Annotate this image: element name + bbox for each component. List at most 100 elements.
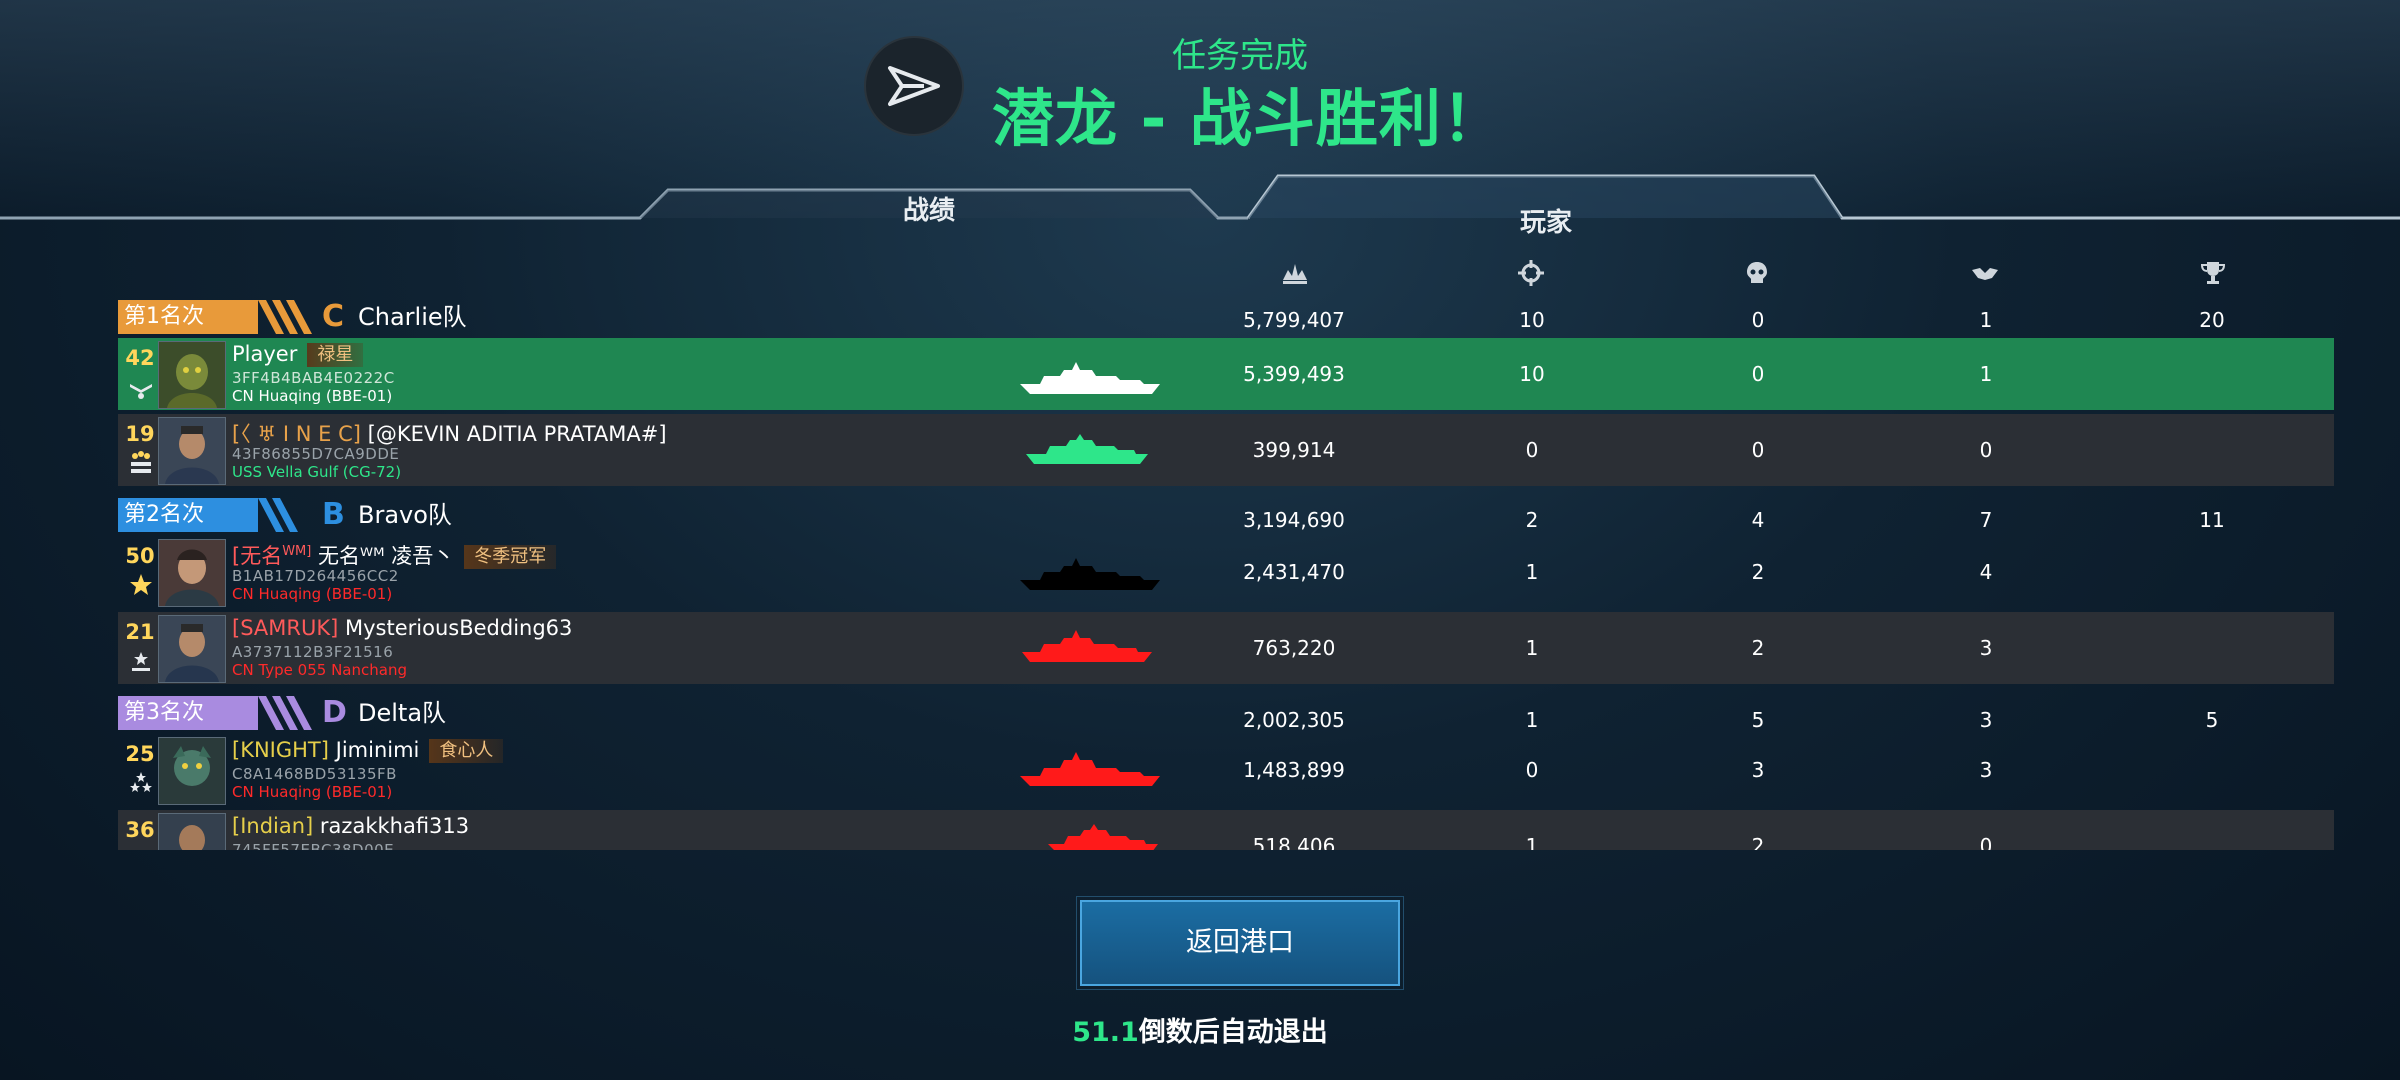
- military-rank-icon: [128, 846, 154, 850]
- return-to-port-button[interactable]: 返回港口: [1076, 896, 1404, 990]
- player-id: 3FF4B4BAB4E0222C: [232, 369, 395, 387]
- player-id: A3737112B3F21516: [232, 643, 394, 661]
- player-id: 43F86855D7CA9DDE: [232, 445, 400, 463]
- player-row[interactable]: 21 [SAMRUK] MysteriousBedding63 A3737112…: [118, 612, 2334, 684]
- player-row[interactable]: 19 [〈 ♅ I N E C] [@KEVIN ADITIA PRATAMA#…: [118, 414, 2334, 486]
- player-row[interactable]: 42 Player 禄星 3FF4B4BAB4E0222C CN Huaqing …: [118, 338, 2334, 410]
- player-damage: 518,406: [1252, 834, 1336, 850]
- ship-silhouette-icon: [1020, 362, 1160, 394]
- rank-stripes: [258, 498, 298, 532]
- team-total-points: 11: [2199, 508, 2225, 532]
- military-rank-icon: [130, 772, 152, 792]
- team-total-damage: 5,799,407: [1243, 308, 1345, 332]
- team-total-points: 5: [2205, 708, 2219, 732]
- player-clan-suffix: WM]: [282, 544, 312, 559]
- team-letter: D: [322, 695, 347, 730]
- player-name: [@KEVIN ADITIA PRATAMA#]: [367, 422, 667, 446]
- player-assists: 0: [1979, 834, 1993, 850]
- player-assists: 1: [1979, 362, 1993, 386]
- damage-icon: [1283, 264, 1307, 284]
- rank-badge: 第1名次: [118, 300, 258, 334]
- ship-silhouette-icon: [1020, 558, 1160, 590]
- player-id: B1AB17D264456CC2: [232, 567, 399, 585]
- player-name: Jiminimi: [335, 738, 420, 762]
- player-clan: [Indian]: [232, 814, 314, 838]
- player-name-line: [KNIGHT] Jiminimi 食心人: [232, 738, 504, 763]
- team-letter: C: [322, 299, 345, 334]
- player-level: 42: [125, 346, 155, 370]
- tab-players[interactable]: 玩家: [1278, 202, 1814, 239]
- avatar: [158, 737, 226, 805]
- team-total-assists: 3: [1979, 708, 1993, 732]
- player-deaths: 2: [1751, 560, 1765, 584]
- avatar: [158, 813, 226, 850]
- player-name: Player: [232, 342, 298, 366]
- player-clan: [KNIGHT]: [232, 738, 329, 762]
- team-header-charlie: 第1名次 C Charlie队 5,799,407 10 0 1 20: [118, 300, 2334, 334]
- player-level: 25: [125, 742, 155, 766]
- team-header-bravo: 第2名次 B Bravo队 3,194,690 2 4 7 11: [118, 498, 2334, 532]
- player-name: razakkhafi313: [319, 814, 470, 838]
- ship-name: CN Huaqing (BBE-01): [232, 585, 393, 603]
- tab-battle-record[interactable]: 战绩: [668, 190, 1190, 227]
- team-total-deaths: 5: [1751, 708, 1765, 732]
- player-clan: [〈 ♅ I N E C]: [232, 422, 361, 446]
- player-level: 50: [125, 544, 155, 568]
- player-kills: 0: [1525, 438, 1539, 462]
- military-rank-icon: [130, 574, 152, 595]
- team-total-kills: 1: [1525, 708, 1539, 732]
- team-total-assists: 7: [1979, 508, 1993, 532]
- skull-deaths-icon: [1747, 262, 1767, 283]
- rank-badge: 第2名次: [118, 498, 258, 532]
- player-damage: 399,914: [1252, 438, 1336, 462]
- player-kills: 1: [1525, 560, 1539, 584]
- ship-silhouette-icon: [1048, 824, 1158, 850]
- team-name: Delta队: [358, 699, 447, 727]
- assist-icon: [1972, 268, 1998, 280]
- ship-name: CN Huaqing (BBE-01): [232, 783, 393, 801]
- player-assists: 4: [1979, 560, 1993, 584]
- player-damage: 1,483,899: [1243, 758, 1345, 782]
- team-total-kills: 2: [1525, 508, 1539, 532]
- battle-result-title: 潜龙 - 战斗胜利！: [992, 82, 1505, 155]
- rank-stripes: [258, 696, 312, 730]
- team-total-damage: 3,194,690: [1243, 508, 1345, 532]
- ship-silhouette-icon: [1022, 630, 1152, 662]
- player-deaths: 2: [1751, 636, 1765, 660]
- team-total-deaths: 0: [1751, 308, 1765, 332]
- avatar: [158, 539, 226, 607]
- military-rank-icon: [131, 451, 151, 473]
- rank-badge: 第3名次: [118, 696, 258, 730]
- team-total-damage: 2,002,305: [1243, 708, 1345, 732]
- ship-name: CN Type 055 Nanchang: [232, 661, 407, 679]
- player-kills: 0: [1525, 758, 1539, 782]
- player-clan: [无名: [232, 544, 283, 568]
- player-kills: 10: [1519, 362, 1545, 386]
- player-clan: [SAMRUK]: [232, 616, 339, 640]
- player-row[interactable]: 36 [Indian] razakkhafi313 745FF57EBC38D0…: [118, 810, 2334, 850]
- team-letter: B: [322, 497, 345, 532]
- player-deaths: 0: [1751, 362, 1765, 386]
- player-row[interactable]: 50 [无名WM] 无名ᵂᴹ 凌吾丶 冬季冠军 B1AB17D264456CC2 …: [118, 536, 2334, 608]
- ship-name: CN Huaqing (BBE-01): [232, 387, 393, 405]
- player-name: 无名ᵂᴹ 凌吾丶: [318, 544, 455, 568]
- player-id: 745FF57EBC38D00E: [232, 841, 395, 850]
- ship-silhouette-icon: [1026, 434, 1148, 464]
- player-row[interactable]: 25 [KNIGHT] Jiminimi 食心人 C8A1468BD53135FB…: [118, 734, 2334, 806]
- team-total-kills: 10: [1519, 308, 1545, 332]
- player-name-line: [Indian] razakkhafi313: [232, 814, 469, 838]
- player-assists: 3: [1979, 636, 1993, 660]
- player-title-tag: 食心人: [429, 739, 504, 763]
- player-deaths: 0: [1751, 438, 1765, 462]
- player-level: 36: [125, 818, 155, 842]
- team-total-deaths: 4: [1751, 508, 1765, 532]
- player-name-line: [无名WM] 无名ᵂᴹ 凌吾丶 冬季冠军: [232, 540, 557, 570]
- player-level: 19: [125, 422, 155, 446]
- player-damage: 5,399,493: [1243, 362, 1345, 386]
- team-header-delta: 第3名次 D Delta队 2,002,305 1 5 3 5: [118, 695, 2334, 732]
- player-damage: 763,220: [1252, 636, 1336, 660]
- player-title-tag: 冬季冠军: [464, 545, 557, 569]
- player-deaths: 3: [1751, 758, 1765, 782]
- player-id: C8A1468BD53135FB: [232, 765, 397, 783]
- player-name: MysteriousBedding63: [345, 616, 573, 640]
